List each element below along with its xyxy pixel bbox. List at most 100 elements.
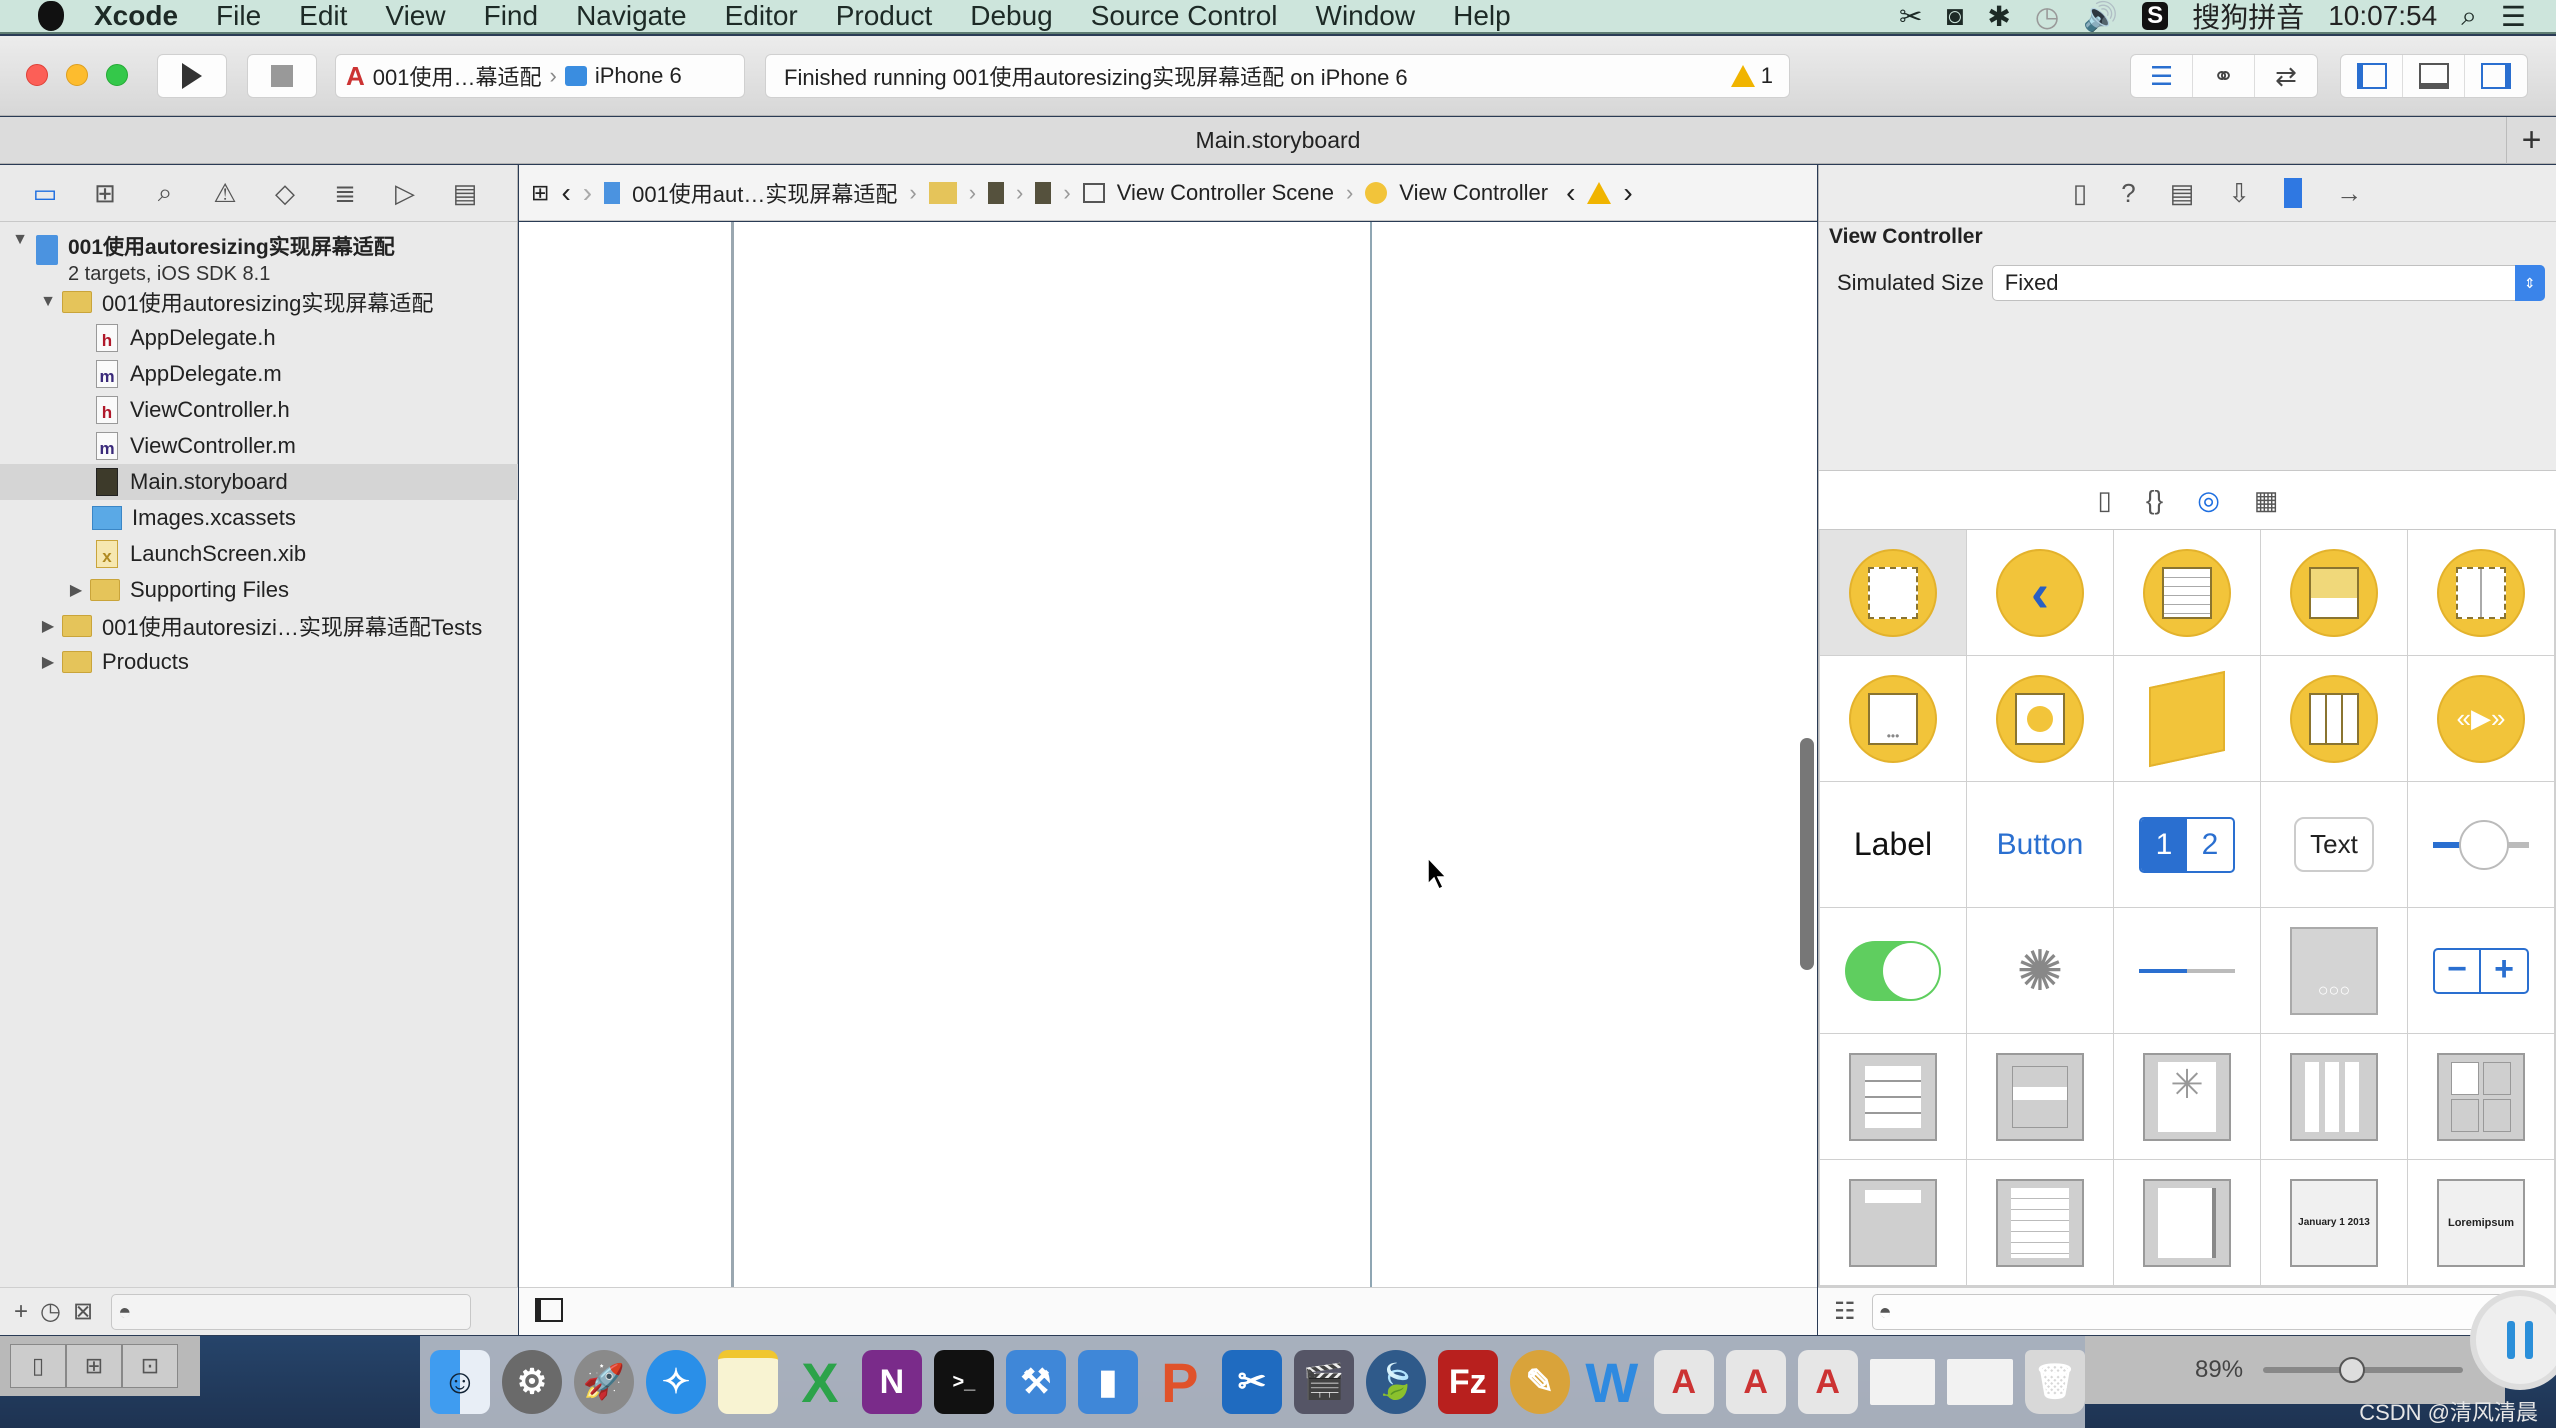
menu-file[interactable]: File xyxy=(216,0,261,32)
dock-terminal-icon[interactable]: >_ xyxy=(933,1350,994,1414)
dock-xcode-icon[interactable]: ⚒ xyxy=(1005,1350,1066,1414)
dock-minimized-window-2[interactable] xyxy=(1947,1359,2013,1405)
stop-button[interactable] xyxy=(247,54,317,98)
menu-edit[interactable]: Edit xyxy=(299,0,347,32)
issue-warning-icon[interactable] xyxy=(1587,181,1612,204)
report-bubble-icon[interactable]: ▤ xyxy=(450,178,480,209)
menu-navigate[interactable]: Navigate xyxy=(576,0,687,32)
library-item-activity-indicator[interactable]: ✺ xyxy=(1967,908,2113,1033)
debug-list-icon[interactable]: ≣ xyxy=(330,178,360,209)
library-item-view-controller[interactable] xyxy=(1820,530,1966,655)
library-item-collection-view[interactable] xyxy=(2261,1034,2407,1159)
dock-safari-icon[interactable]: ✧ xyxy=(645,1350,706,1414)
disclosure-collapsed-icon[interactable]: ▶ xyxy=(40,616,56,636)
tree-item-viewcontroller-h[interactable]: h ViewController.h xyxy=(0,392,518,428)
quick-help-icon[interactable]: ? xyxy=(2121,178,2135,209)
tree-item-viewcontroller-m[interactable]: m ViewController.m xyxy=(0,428,518,464)
library-item-picker-view[interactable]: Loremipsum xyxy=(2408,1160,2554,1285)
jumpbar-scene[interactable]: View Controller Scene xyxy=(1117,180,1334,206)
presentation-view-button[interactable]: ⊡ xyxy=(122,1344,178,1388)
clock[interactable]: 10:07:54 xyxy=(2328,0,2437,32)
folder-icon[interactable] xyxy=(928,181,957,204)
dock-filezilla-icon[interactable]: Fz xyxy=(1437,1350,1498,1414)
related-items-icon[interactable]: ⊞ xyxy=(531,180,549,206)
library-item-table-view[interactable] xyxy=(1820,1034,1966,1159)
dock-finder-icon[interactable]: ☺ xyxy=(430,1350,490,1414)
tree-item-launchscreen-xib[interactable]: x LaunchScreen.xib xyxy=(0,536,518,572)
spotlight-search-icon[interactable]: ⌕ xyxy=(2461,0,2477,33)
next-issue-button[interactable]: › xyxy=(1623,177,1632,209)
disclosure-expanded-icon[interactable]: ▼ xyxy=(40,293,56,311)
code-snippet-library-icon[interactable]: {} xyxy=(2146,485,2163,516)
dock-xcode-doc-icon[interactable]: A xyxy=(1797,1350,1858,1414)
library-item-date-picker[interactable]: January 1 2013 xyxy=(2261,1160,2407,1285)
grid-view-button[interactable]: ⊞ xyxy=(66,1344,122,1388)
library-item-collection-view-controller[interactable] xyxy=(2261,656,2407,781)
folder-icon[interactable]: ▭ xyxy=(30,178,60,209)
storyboard-base-icon[interactable] xyxy=(1035,181,1052,204)
document-outline-toggle-icon[interactable] xyxy=(535,1298,563,1322)
back-button[interactable]: ‹ xyxy=(561,177,570,209)
tree-item-main-storyboard[interactable]: Main.storyboard xyxy=(0,464,518,500)
zoom-window-button[interactable] xyxy=(106,64,128,86)
tree-item-group[interactable]: ▼ 001使用autoresizing实现屏幕适配 xyxy=(0,284,518,320)
sidebar-view-button[interactable]: ▯ xyxy=(10,1344,66,1388)
dock-instruments-icon[interactable]: A xyxy=(1653,1350,1714,1414)
previous-issue-button[interactable]: ‹ xyxy=(1566,177,1575,209)
minimize-window-button[interactable] xyxy=(66,64,88,86)
tab-main-storyboard[interactable]: Main.storyboard xyxy=(1196,127,1361,154)
scheme-selector[interactable]: A 001使用…幕适配 › iPhone 6 xyxy=(335,54,745,98)
canvas-vertical-scrollbar[interactable] xyxy=(1800,738,1814,970)
object-library-icon[interactable]: ◎ xyxy=(2197,485,2220,516)
breakpoint-tag-icon[interactable]: ▷ xyxy=(390,178,420,209)
tree-item-images-xcassets[interactable]: Images.xcassets xyxy=(0,500,518,536)
size-inspector-icon[interactable] xyxy=(2284,178,2303,208)
tree-item-tests[interactable]: ▶ 001使用autoresizi…实现屏幕适配Tests xyxy=(0,608,518,644)
zoom-slider-knob[interactable] xyxy=(2339,1357,2366,1383)
library-item-slider[interactable] xyxy=(2408,782,2554,907)
library-item-text-view[interactable] xyxy=(1967,1160,2113,1285)
apple-menu-icon[interactable] xyxy=(38,1,64,31)
toggle-navigator-button[interactable] xyxy=(2341,55,2403,97)
library-item-label[interactable]: Label xyxy=(1820,782,1966,907)
toggle-debug-area-button[interactable] xyxy=(2403,55,2465,97)
dock-snip-icon[interactable]: ✂ xyxy=(1221,1350,1282,1414)
sogou-input-icon[interactable]: S xyxy=(2142,2,2169,30)
time-machine-status-icon[interactable]: ◷ xyxy=(2035,0,2059,33)
close-window-button[interactable] xyxy=(26,64,48,86)
tree-item-appdelegate-h[interactable]: h AppDelegate.h xyxy=(0,320,518,356)
dock-simulator-icon[interactable]: ▮ xyxy=(1077,1350,1138,1414)
media-library-icon[interactable]: ▦ xyxy=(2254,485,2279,516)
library-item-collection-reusable-view[interactable] xyxy=(1820,1160,1966,1285)
dock-system-preferences-icon[interactable]: ⚙ xyxy=(501,1350,562,1414)
file-inspector-icon[interactable]: ▯ xyxy=(2073,178,2087,209)
library-item-segmented-control[interactable]: 1 2 xyxy=(2114,782,2260,907)
bluetooth-status-icon[interactable]: ✱ xyxy=(1987,0,2010,33)
library-item-page-view-controller[interactable]: ••• xyxy=(1820,656,1966,781)
library-item-scroll-view[interactable] xyxy=(2114,1160,2260,1285)
library-item-switch[interactable] xyxy=(1820,908,1966,1033)
attributes-inspector-icon[interactable]: ⇩ xyxy=(2228,178,2250,209)
simulated-size-select[interactable]: Fixed ⇕ xyxy=(1991,265,2545,301)
assistant-editor-button[interactable]: ⚭ xyxy=(2193,55,2255,97)
warning-triangle-icon[interactable]: ⚠ xyxy=(210,178,240,209)
new-tab-button[interactable]: + xyxy=(2506,117,2556,164)
jumpbar-view-controller[interactable]: View Controller xyxy=(1399,180,1548,206)
dock-onenote-icon[interactable]: N xyxy=(861,1350,922,1414)
disclosure-collapsed-icon[interactable]: ▶ xyxy=(68,580,84,600)
menu-window[interactable]: Window xyxy=(1316,0,1416,32)
disclosure-expanded-icon[interactable]: ▼ xyxy=(12,231,28,249)
library-item-image-view[interactable]: ✳ xyxy=(2114,1034,2260,1159)
menu-editor[interactable]: Editor xyxy=(725,0,798,32)
library-item-collection-view-cell[interactable] xyxy=(2408,1034,2554,1159)
dock-ftp-icon[interactable]: 🍃 xyxy=(1365,1350,1426,1414)
view-controller-scene[interactable] xyxy=(731,222,1372,1287)
menu-view[interactable]: View xyxy=(385,0,445,32)
library-item-avkit-player[interactable]: «▶» xyxy=(2408,656,2554,781)
dock-photo-booth-icon[interactable]: 🎬 xyxy=(1293,1350,1354,1414)
menu-find[interactable]: Find xyxy=(484,0,538,32)
dock-excel-icon[interactable]: X xyxy=(790,1350,850,1414)
library-item-navigation-controller[interactable]: ‹ xyxy=(1967,530,2113,655)
toggle-utilities-button[interactable] xyxy=(2465,55,2527,97)
library-item-table-view-controller[interactable] xyxy=(2114,530,2260,655)
